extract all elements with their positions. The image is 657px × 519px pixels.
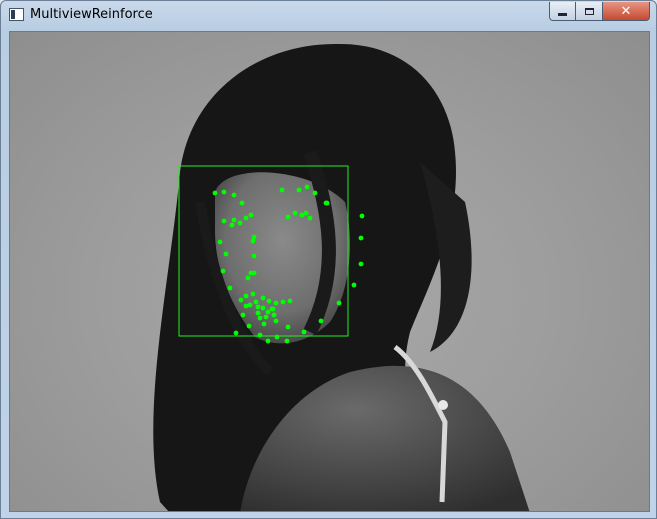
landmark-point — [285, 214, 291, 220]
landmark-point — [257, 332, 263, 338]
app-icon — [9, 8, 24, 21]
landmark-point — [270, 306, 276, 312]
landmark-point — [255, 304, 261, 310]
landmark-point — [273, 318, 279, 324]
landmark-point — [284, 338, 290, 344]
landmark-point — [279, 187, 285, 193]
landmark-point — [239, 200, 245, 206]
landmark-point — [260, 295, 266, 301]
landmark-point — [243, 293, 249, 299]
landmark-point — [220, 268, 226, 274]
landmark-point — [227, 285, 233, 291]
landmark-point — [231, 192, 237, 198]
landmark-point — [212, 190, 218, 196]
landmark-point — [358, 235, 364, 241]
landmark-point — [351, 282, 357, 288]
window-title: MultiviewReinforce — [30, 7, 153, 22]
landmark-point — [261, 321, 267, 327]
landmark-point — [255, 310, 261, 316]
landmark-point — [250, 291, 256, 297]
landmark-point — [233, 330, 239, 336]
strap-bead — [438, 400, 448, 410]
portrait-photo — [153, 43, 530, 511]
maximize-button[interactable] — [576, 2, 603, 21]
landmark-point — [274, 334, 280, 340]
landmark-point — [273, 300, 279, 306]
landmark-point — [231, 217, 237, 223]
landmark-point — [265, 309, 271, 315]
landmark-point — [243, 215, 249, 221]
landmark-point — [240, 312, 246, 318]
landmark-point — [260, 305, 266, 311]
landmark-point — [251, 270, 257, 276]
landmark-point — [221, 189, 227, 195]
landmark-point — [238, 297, 244, 303]
landmark-point — [280, 299, 286, 305]
landmark-point — [251, 234, 257, 240]
landmark-point — [318, 318, 324, 324]
landmark-point — [304, 184, 310, 190]
landmark-point — [266, 298, 272, 304]
landmark-point — [307, 215, 313, 221]
landmark-point — [246, 323, 252, 329]
landmark-point — [245, 275, 251, 281]
landmark-point — [336, 300, 342, 306]
landmark-point — [223, 251, 229, 257]
landmark-point — [257, 315, 263, 321]
landmark-point — [324, 200, 330, 206]
minimize-button[interactable] — [549, 2, 576, 21]
landmark-point — [243, 303, 249, 309]
landmark-point — [292, 210, 298, 216]
landmark-point — [265, 338, 271, 344]
landmark-point — [285, 324, 291, 330]
landmark-point — [359, 213, 365, 219]
landmark-point — [296, 187, 302, 193]
close-icon: ✕ — [620, 3, 632, 19]
maximize-icon — [584, 7, 594, 15]
landmark-point — [287, 298, 293, 304]
landmark-point — [301, 329, 307, 335]
landmark-point — [237, 220, 243, 226]
title-bar[interactable]: MultiviewReinforce ✕ — [1, 1, 656, 29]
landmark-point — [250, 238, 256, 244]
landmark-point — [217, 239, 223, 245]
app-window: MultiviewReinforce ✕ — [0, 0, 657, 519]
landmark-point — [247, 302, 253, 308]
landmark-point — [271, 312, 277, 318]
minimize-icon — [558, 12, 567, 16]
landmark-point — [358, 261, 364, 267]
landmark-point — [253, 299, 259, 305]
landmark-point — [263, 314, 269, 320]
landmark-point — [248, 212, 254, 218]
landmark-point — [303, 210, 309, 216]
landmark-point — [312, 190, 318, 196]
landmark-point — [221, 218, 227, 224]
landmark-point — [251, 253, 257, 259]
image-canvas — [9, 31, 650, 512]
close-button[interactable]: ✕ — [603, 2, 650, 21]
landmark-point — [229, 222, 235, 228]
